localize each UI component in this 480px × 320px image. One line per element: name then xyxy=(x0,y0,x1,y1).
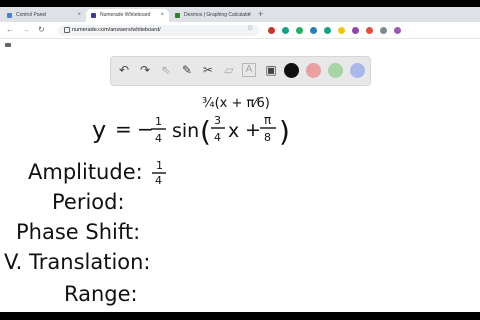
coefficient-denominator: 4 xyxy=(155,132,162,145)
close-tab-icon[interactable]: × xyxy=(247,9,251,22)
tab-control-panel[interactable]: Control Panel × xyxy=(2,9,86,22)
browser-window: Control Panel × Numerade Whiteboard × De… xyxy=(0,7,480,312)
browser-toolbar: ← → ↻ numerade.com/answers/whiteboard/ xyxy=(0,22,480,39)
tab-label: Control Panel xyxy=(16,12,47,18)
extension-icon[interactable] xyxy=(338,27,345,34)
close-tab-icon[interactable]: × xyxy=(77,9,81,22)
image-tool-button[interactable]: ▣ xyxy=(263,62,279,78)
color-blue-swatch[interactable] xyxy=(350,63,365,78)
eraser-tool-button[interactable]: ▱ xyxy=(221,62,237,78)
coefficient-numerator: 1 xyxy=(155,115,162,128)
address-bar[interactable]: numerade.com/answers/whiteboard/ xyxy=(58,25,259,36)
url-text: numerade.com/answers/whiteboard/ xyxy=(72,27,161,33)
plus-sign: + xyxy=(245,119,261,141)
b-denominator: 4 xyxy=(214,131,221,144)
numerade-favicon-icon xyxy=(91,13,96,18)
tab-desmos[interactable]: Desmos | Graphing Calculator × xyxy=(170,9,256,22)
color-green-swatch[interactable] xyxy=(328,63,343,78)
extension-icon[interactable] xyxy=(268,27,275,34)
screen: Control Panel × Numerade Whiteboard × De… xyxy=(0,0,480,320)
tab-numerade-whiteboard[interactable]: Numerade Whiteboard × xyxy=(86,9,169,22)
handwriting-layer: ¾(x + π⁄6) y = − 1 4 sin ( 3 4 x + π 8 ) xyxy=(4,96,290,306)
sin-function: sin xyxy=(172,120,199,142)
whiteboard-canvas[interactable]: ¾(x + π⁄6) y = − 1 4 sin ( 3 4 x + π 8 ) xyxy=(0,86,480,312)
whiteboard-toolbar: ↶ ↷ ⇖ ✎ ✂ ▱ A ▣ xyxy=(110,56,371,86)
back-button[interactable]: ← xyxy=(6,24,14,36)
extension-icon[interactable] xyxy=(282,27,289,34)
amplitude-denominator: 4 xyxy=(155,174,162,187)
left-paren: ( xyxy=(200,115,211,148)
extension-icon[interactable] xyxy=(310,27,317,34)
equation-y: y xyxy=(92,116,106,144)
right-paren: ) xyxy=(279,115,290,148)
close-tab-icon[interactable]: × xyxy=(160,9,164,22)
phase-shift-label: Phase Shift: xyxy=(16,220,140,244)
bookmark-folder-icon[interactable] xyxy=(5,43,11,47)
color-red-swatch[interactable] xyxy=(306,63,321,78)
extension-icon[interactable] xyxy=(394,27,401,34)
lock-icon xyxy=(64,27,70,33)
control-panel-favicon-icon xyxy=(7,13,12,18)
amplitude-numerator: 1 xyxy=(156,159,163,172)
equation-equals: = xyxy=(115,117,132,141)
new-tab-button[interactable]: + xyxy=(258,9,263,20)
tab-label: Numerade Whiteboard xyxy=(100,12,151,18)
bookmark-star-icon[interactable]: ☆ xyxy=(247,24,253,32)
tab-label: Desmos | Graphing Calculator xyxy=(184,12,251,18)
range-label: Range: xyxy=(64,282,138,306)
color-black-swatch[interactable] xyxy=(284,63,299,78)
b-numerator: 3 xyxy=(214,114,221,127)
forward-button[interactable]: → xyxy=(22,24,30,36)
redo-button[interactable]: ↷ xyxy=(137,62,153,78)
extension-icon[interactable] xyxy=(366,27,373,34)
factored-argument: ¾(x + π⁄6) xyxy=(202,96,270,111)
extension-icon[interactable] xyxy=(324,27,331,34)
desmos-favicon-icon xyxy=(175,13,180,18)
c-numerator: π xyxy=(264,113,271,127)
undo-button[interactable]: ↶ xyxy=(116,62,132,78)
text-tool-button[interactable]: A xyxy=(242,63,256,77)
select-tool-button[interactable]: ⇖ xyxy=(158,62,174,78)
variable-x: x xyxy=(228,120,239,142)
c-denominator: 8 xyxy=(264,131,271,144)
reload-button[interactable]: ↻ xyxy=(38,24,45,36)
extension-icon[interactable] xyxy=(352,27,359,34)
extension-icon[interactable] xyxy=(380,27,387,34)
bookmarks-bar xyxy=(0,39,480,50)
tab-strip: Control Panel × Numerade Whiteboard × De… xyxy=(0,7,480,22)
period-label: Period: xyxy=(52,190,125,214)
vertical-translation-label: V. Translation: xyxy=(4,250,151,274)
amplitude-label: Amplitude: xyxy=(28,160,143,184)
pen-tool-button[interactable]: ✎ xyxy=(179,62,195,78)
extension-icon[interactable] xyxy=(296,27,303,34)
tools-button[interactable]: ✂ xyxy=(200,62,216,78)
